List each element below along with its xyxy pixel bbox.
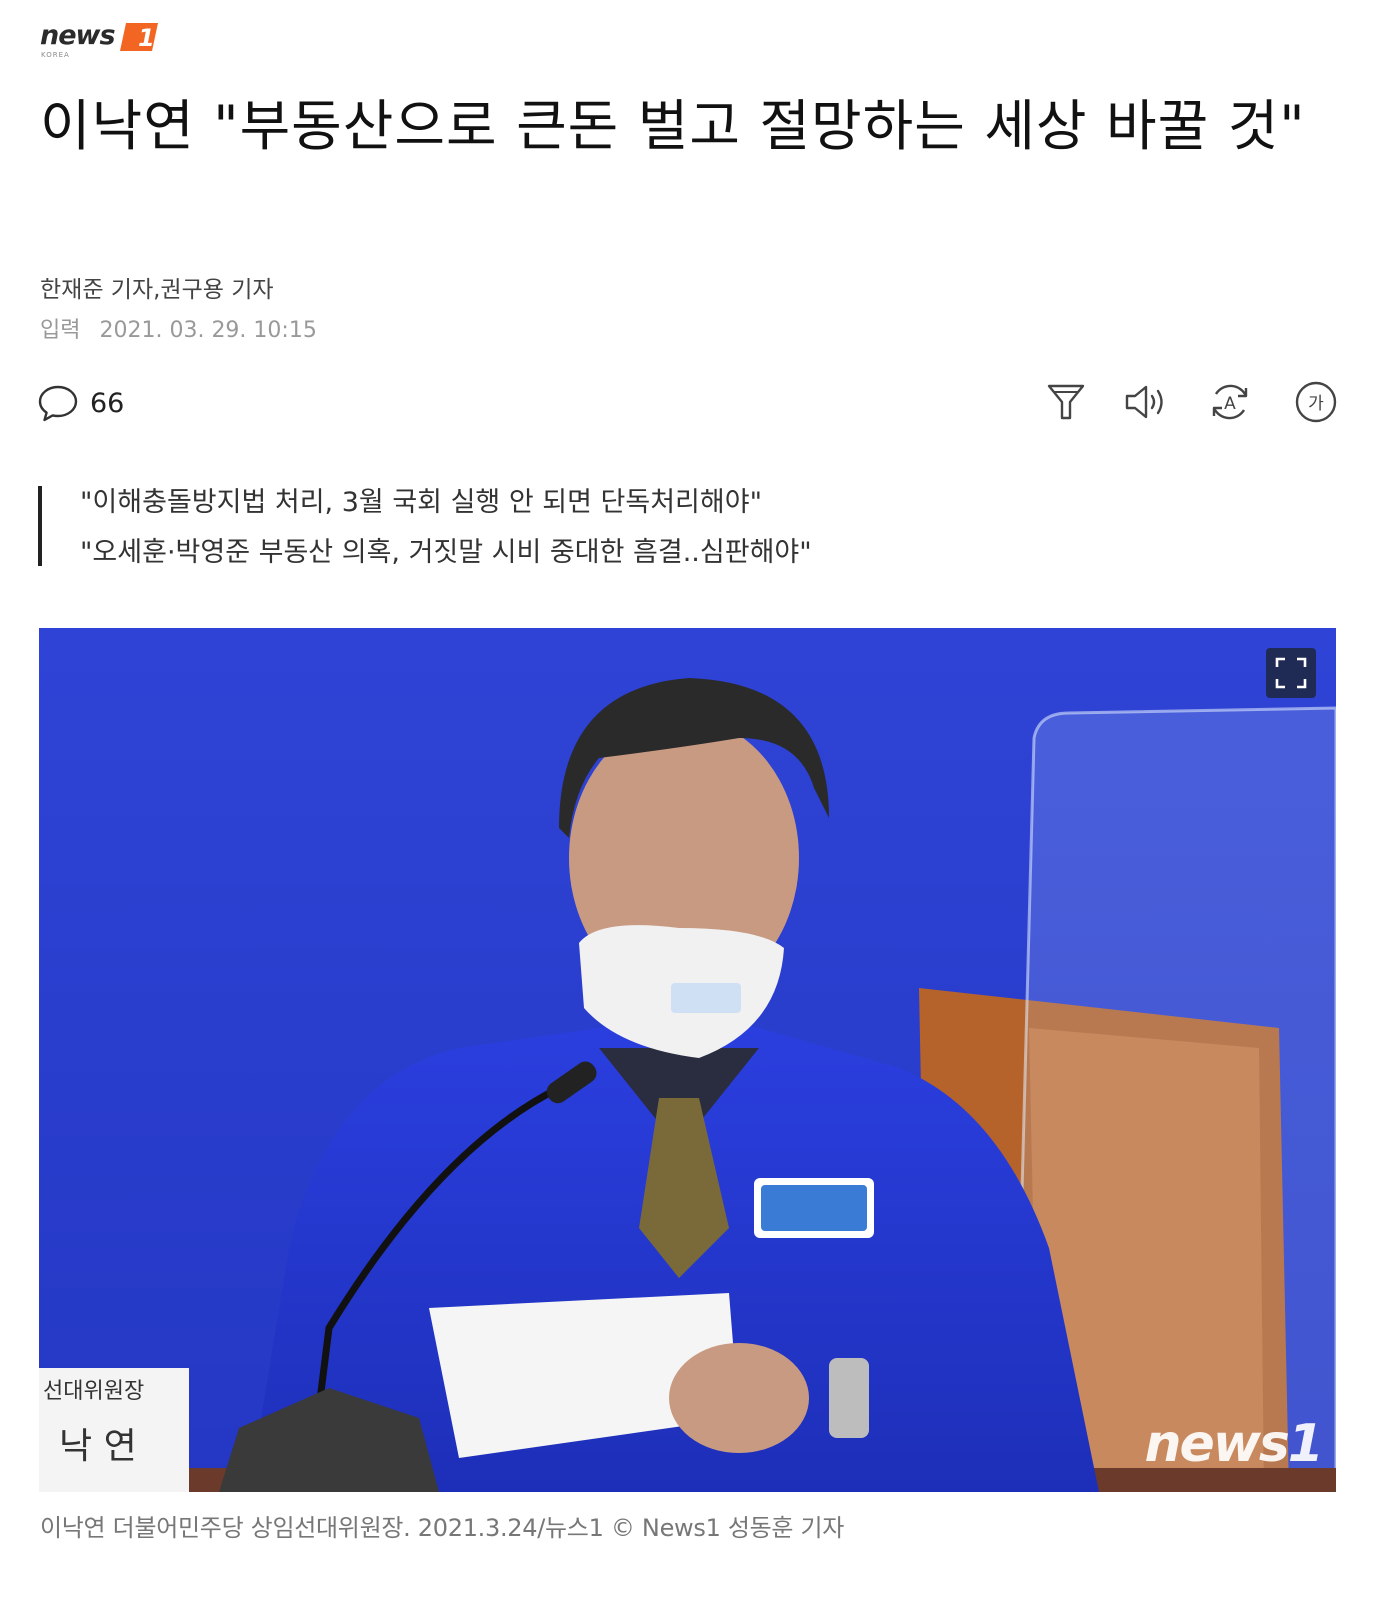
logo-wordmark: news — [40, 20, 116, 51]
svg-text:선대위원장: 선대위원장 — [43, 1379, 144, 1404]
translate-icon: A — [1212, 384, 1248, 420]
svg-text:낙 연: 낙 연 — [59, 1426, 137, 1467]
date-label: 입력 — [40, 318, 81, 343]
published-date: 입력 2021. 03. 29. 10:15 — [40, 312, 317, 344]
photo-watermark: news1 — [1144, 1414, 1324, 1474]
article-toolbar: 66 A 가 — [38, 376, 1340, 430]
listen-button[interactable] — [1124, 380, 1168, 424]
logo-badge: 1 — [120, 21, 160, 53]
photo-illustration: 선대위원장 낙 연 — [39, 628, 1336, 1492]
expand-icon — [1275, 657, 1307, 689]
svg-text:1: 1 — [138, 24, 155, 52]
svg-text:가: 가 — [1308, 394, 1324, 414]
comment-count: 66 — [90, 387, 125, 419]
photo-caption: 이낙연 더불어민주당 상임선대위원장. 2021.3.24/뉴스1 © News… — [40, 1514, 845, 1542]
byline: 한재준 기자,권구용 기자 — [40, 277, 274, 303]
svg-text:A: A — [1224, 394, 1236, 414]
article-photo[interactable]: 선대위원장 낙 연 news1 — [39, 628, 1336, 1492]
summary-line: "오세훈·박영준 부동산 의혹, 거짓말 시비 중대한 흠결..심판해야" — [80, 537, 812, 568]
font-size-button[interactable]: 가 — [1294, 380, 1338, 424]
article-summary: "이해충돌방지법 처리, 3월 국회 실행 안 되면 단독처리해야" "오세훈·… — [38, 486, 812, 568]
font-size-icon: 가 — [1295, 381, 1337, 423]
recommend-button[interactable] — [1044, 380, 1088, 424]
comments-button[interactable]: 66 — [38, 382, 124, 424]
speaker-icon — [1125, 385, 1163, 419]
fullscreen-button[interactable] — [1266, 648, 1316, 698]
recommend-icon — [1047, 384, 1085, 420]
article-title: 이낙연 "부동산으로 큰돈 벌고 절망하는 세상 바꿀 것" — [40, 94, 1306, 158]
comment-icon — [38, 385, 78, 422]
date-value: 2021. 03. 29. 10:15 — [99, 318, 317, 343]
summary-line: "이해충돌방지법 처리, 3월 국회 실행 안 되면 단독처리해야" — [80, 487, 762, 518]
logo-subtitle: KOREA — [41, 51, 70, 59]
translate-button[interactable]: A — [1208, 380, 1252, 424]
